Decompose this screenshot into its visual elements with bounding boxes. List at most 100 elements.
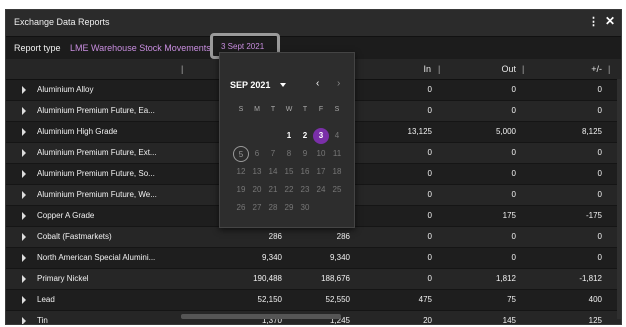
weekday-label: T [270, 106, 276, 113]
calendar-day[interactable]: 1 [281, 128, 297, 144]
calendar-day[interactable]: 16 [297, 164, 313, 180]
weekday-label: F [318, 106, 324, 113]
cell-out: 75 [507, 295, 516, 304]
cell-in: 0 [427, 190, 432, 199]
cell-in: 0 [427, 85, 432, 94]
weekday-label: T [302, 106, 308, 113]
calendar-day[interactable]: 2 [297, 128, 313, 144]
chevron-left-icon[interactable]: ‹ [316, 78, 319, 89]
expand-arrow-icon[interactable] [22, 86, 26, 94]
calendar-day[interactable]: 22 [281, 182, 297, 198]
report-type-dropdown[interactable]: LME Warehouse Stock Movements [70, 43, 211, 53]
calendar-day[interactable]: 15 [281, 164, 297, 180]
expand-arrow-icon[interactable] [22, 296, 26, 304]
calendar-month-select[interactable]: SEP 2021 [230, 80, 270, 90]
calendar-day[interactable]: 8 [281, 146, 297, 162]
cell-diff: -175 [585, 211, 602, 220]
weekday-label: W [285, 106, 293, 113]
cell-in: 0 [427, 253, 432, 262]
expand-arrow-icon[interactable] [22, 107, 26, 115]
column-divider[interactable]: | [438, 64, 440, 74]
calendar-day[interactable]: 19 [233, 182, 249, 198]
cell-diff: 0 [597, 190, 602, 199]
expand-arrow-icon[interactable] [22, 233, 26, 241]
expand-arrow-icon[interactable] [22, 170, 26, 178]
expand-arrow-icon[interactable] [22, 128, 26, 136]
calendar-day[interactable]: 6 [249, 146, 265, 162]
cell-col1: 9,340 [261, 253, 282, 262]
column-divider[interactable]: | [181, 64, 183, 74]
cell-diff: 125 [588, 316, 602, 325]
calendar-day[interactable]: 12 [233, 164, 249, 180]
column-header-out[interactable]: Out [476, 64, 516, 74]
calendar-day[interactable]: 17 [313, 164, 329, 180]
cell-out: 5,000 [495, 127, 516, 136]
weekday-label: M [254, 106, 260, 113]
cell-in: 20 [423, 316, 432, 325]
calendar-day[interactable]: 30 [297, 200, 313, 216]
chevron-down-icon[interactable] [280, 83, 286, 87]
table-row[interactable]: Lead 52,150 52,550 475 75 400 [6, 290, 621, 311]
row-name: Aluminium Premium Future, So... [37, 169, 155, 178]
cell-out: 0 [511, 232, 516, 241]
calendar-day[interactable]: 18 [329, 164, 345, 180]
calendar-day[interactable]: 9 [297, 146, 313, 162]
exchange-data-reports-panel: Exchange Data Reports ⋮ ✕ Report type LM… [5, 9, 622, 325]
calendar-day[interactable]: 25 [329, 182, 345, 198]
column-header-diff[interactable]: +/- [562, 64, 602, 74]
cell-out: 175 [502, 211, 516, 220]
calendar-day[interactable]: 13 [249, 164, 265, 180]
calendar-day[interactable]: 28 [265, 200, 281, 216]
column-header-in[interactable]: In [391, 64, 431, 74]
table-row[interactable]: North American Special Alumini... 9,340 … [6, 248, 621, 269]
row-name: Cobalt (Fastmarkets) [37, 232, 112, 241]
chevron-right-icon[interactable]: › [337, 78, 340, 89]
cell-diff: 0 [597, 106, 602, 115]
calendar-day[interactable]: 24 [313, 182, 329, 198]
weekday-label: S [238, 106, 244, 113]
row-name: North American Special Alumini... [37, 253, 156, 262]
cell-out: 0 [511, 169, 516, 178]
calendar-day[interactable]: 4 [329, 128, 345, 144]
expand-arrow-icon[interactable] [22, 212, 26, 220]
calendar-day[interactable]: 23 [297, 182, 313, 198]
calendar-day[interactable]: 10 [313, 146, 329, 162]
row-name: Aluminium Premium Future, Ext... [37, 148, 157, 157]
cell-out: 0 [511, 148, 516, 157]
calendar-day[interactable]: 20 [249, 182, 265, 198]
column-divider[interactable]: | [608, 64, 610, 74]
cell-diff: 0 [597, 169, 602, 178]
horizontal-scrollbar[interactable] [181, 314, 341, 319]
cell-out: 0 [511, 85, 516, 94]
calendar-day[interactable]: 26 [233, 200, 249, 216]
column-divider[interactable]: | [522, 64, 524, 74]
calendar-day[interactable]: 29 [281, 200, 297, 216]
more-vertical-icon[interactable]: ⋮ [588, 15, 599, 28]
close-icon[interactable]: ✕ [605, 14, 615, 28]
cell-col1: 286 [268, 232, 282, 241]
row-name: Aluminium Premium Future, Ea... [37, 106, 155, 115]
cell-col1: 52,150 [257, 295, 282, 304]
expand-arrow-icon[interactable] [22, 275, 26, 283]
calendar-day[interactable]: 21 [265, 182, 281, 198]
table-row[interactable]: Cobalt (Fastmarkets) 286 286 0 0 0 [6, 227, 621, 248]
cell-in: 0 [427, 211, 432, 220]
cell-col2: 188,676 [321, 274, 350, 283]
calendar-day-selected[interactable]: 3 [313, 128, 329, 144]
cell-col2: 286 [336, 232, 350, 241]
expand-arrow-icon[interactable] [22, 149, 26, 157]
expand-arrow-icon[interactable] [22, 317, 26, 324]
vertical-scrollbar[interactable] [617, 79, 621, 319]
calendar-day[interactable]: 11 [329, 146, 345, 162]
cell-diff: -1,812 [579, 274, 602, 283]
calendar-day[interactable]: 27 [249, 200, 265, 216]
expand-arrow-icon[interactable] [22, 254, 26, 262]
table-row[interactable]: Primary Nickel 190,488 188,676 0 1,812 -… [6, 269, 621, 290]
calendar-day-today[interactable]: 5 [233, 146, 249, 162]
calendar-day[interactable]: 14 [265, 164, 281, 180]
cell-out: 0 [511, 253, 516, 262]
cell-diff: 400 [588, 295, 602, 304]
cell-diff: 0 [597, 85, 602, 94]
expand-arrow-icon[interactable] [22, 191, 26, 199]
calendar-day[interactable]: 7 [265, 146, 281, 162]
